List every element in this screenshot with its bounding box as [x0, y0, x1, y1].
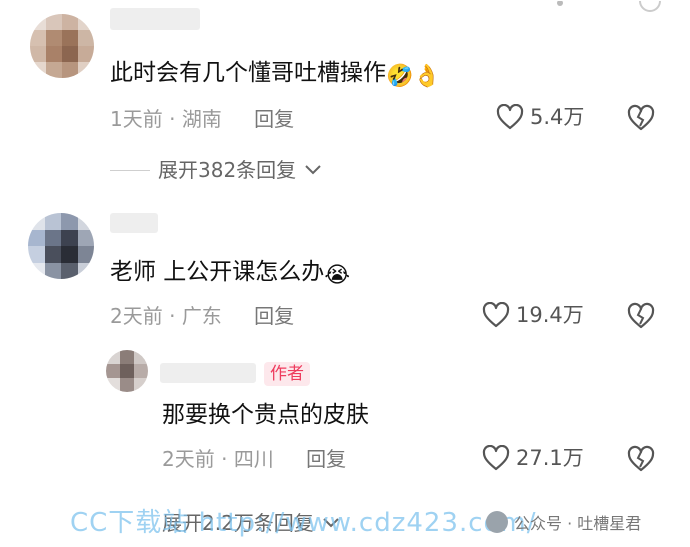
- username-blurred[interactable]: [110, 8, 200, 30]
- reply-meta: 2天前 · 四川 回复: [162, 446, 346, 472]
- avatar[interactable]: [28, 213, 94, 279]
- chevron-down-icon: [305, 165, 321, 175]
- divider-line: [110, 169, 150, 171]
- like-count: 5.4万: [530, 105, 585, 129]
- meta-separator: ·: [221, 447, 228, 471]
- comment-meta: 1天前 · 湖南 回复: [110, 106, 294, 132]
- heart-icon: [482, 445, 510, 471]
- avatar[interactable]: [30, 14, 94, 78]
- crying-emoji-icon: 😭: [324, 263, 351, 288]
- like-button[interactable]: 19.4万: [482, 302, 584, 328]
- like-button[interactable]: 27.1万: [482, 445, 584, 471]
- dislike-button[interactable]: [626, 302, 656, 334]
- avatar[interactable]: [106, 350, 148, 392]
- laughing-emoji-icon: 🤣: [386, 64, 414, 89]
- comment-body: 老师 上公开课怎么办: [110, 259, 325, 285]
- comment-text: 老师 上公开课怎么办😭: [110, 257, 350, 291]
- comment-text: 此时会有几个懂哥吐槽操作🤣👌: [110, 58, 441, 92]
- watermark-right-text: 公众号 · 吐槽星君: [514, 514, 642, 533]
- comment-location: 广东: [181, 304, 222, 328]
- expand-replies[interactable]: 展开382条回复: [110, 157, 322, 183]
- broken-heart-icon: [627, 445, 655, 472]
- wechat-icon: [486, 511, 508, 533]
- comment-time: 1天前: [110, 107, 163, 131]
- meta-separator: ·: [169, 304, 176, 328]
- reply-button[interactable]: 回复: [254, 304, 294, 328]
- comment-location: 湖南: [181, 107, 222, 131]
- meta-separator: ·: [169, 107, 176, 131]
- watermark-right: 公众号 · 吐槽星君: [486, 510, 641, 534]
- dislike-button[interactable]: [626, 445, 656, 477]
- comment-meta: 2天前 · 广东 回复: [110, 303, 294, 329]
- ok-hand-emoji-icon: 👌: [413, 64, 441, 89]
- reply-location: 四川: [233, 447, 274, 471]
- like-count: 19.4万: [516, 303, 584, 327]
- author-badge: 作者: [264, 362, 310, 386]
- dislike-button[interactable]: [626, 104, 656, 136]
- more-icon[interactable]: [550, 0, 670, 14]
- heart-icon: [482, 302, 510, 328]
- username-blurred[interactable]: [160, 363, 256, 383]
- broken-heart-icon: [627, 302, 655, 329]
- reply-text: 那要换个贵点的皮肤: [162, 402, 369, 428]
- expand-replies-label: 展开382条回复: [158, 158, 297, 182]
- comment-body: 此时会有几个懂哥吐槽操作: [110, 60, 386, 86]
- heart-icon: [496, 104, 524, 130]
- reply-time: 2天前: [162, 447, 215, 471]
- watermark-left: CC下载站 http://www.cdz423.com/: [70, 508, 537, 538]
- reply-button[interactable]: 回复: [254, 107, 294, 131]
- broken-heart-icon: [627, 104, 655, 131]
- username-blurred[interactable]: [110, 213, 158, 233]
- like-button[interactable]: 5.4万: [496, 104, 584, 130]
- comment-time: 2天前: [110, 304, 163, 328]
- like-count: 27.1万: [516, 446, 584, 470]
- reply-button[interactable]: 回复: [306, 447, 346, 471]
